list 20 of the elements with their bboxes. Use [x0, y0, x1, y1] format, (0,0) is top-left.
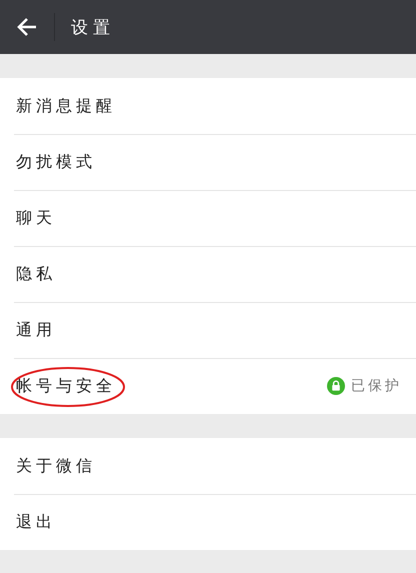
- back-arrow-icon: [16, 16, 38, 38]
- lock-icon: [327, 377, 345, 395]
- item-label: 新消息提醒: [16, 96, 116, 116]
- item-label: 聊天: [16, 208, 56, 228]
- item-label: 退出: [16, 512, 56, 532]
- item-label: 关于微信: [16, 456, 96, 476]
- settings-item[interactable]: 退出: [0, 494, 416, 550]
- settings-item[interactable]: 隐私: [0, 246, 416, 302]
- settings-item[interactable]: 帐号与安全 已保护: [0, 358, 416, 414]
- item-label: 通用: [16, 320, 56, 340]
- settings-item[interactable]: 勿扰模式: [0, 134, 416, 190]
- settings-item[interactable]: 聊天: [0, 190, 416, 246]
- status-text: 已保护: [351, 377, 402, 395]
- settings-item[interactable]: 通用: [0, 302, 416, 358]
- item-label: 隐私: [16, 264, 56, 284]
- page-title: 设置: [71, 16, 115, 38]
- item-label: 勿扰模式: [16, 152, 96, 172]
- settings-item[interactable]: 新消息提醒: [0, 78, 416, 134]
- item-label: 帐号与安全: [16, 376, 116, 396]
- settings-item[interactable]: 关于微信: [0, 438, 416, 494]
